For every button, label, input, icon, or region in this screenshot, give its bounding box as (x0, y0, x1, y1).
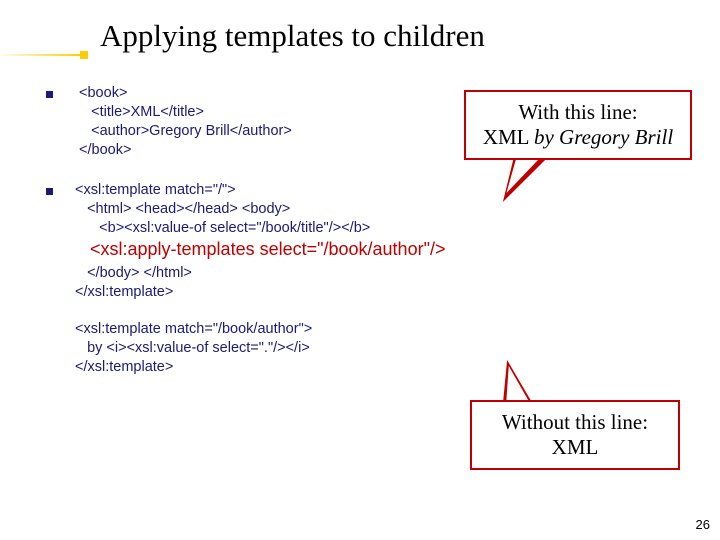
title-accent-dot (80, 51, 88, 59)
bullet-icon (46, 188, 53, 195)
apply-templates-line: <xsl:apply-templates select="/book/autho… (75, 238, 700, 262)
callout-1-xml: XML (483, 125, 534, 149)
callout-2-line1: Without this line: (478, 410, 672, 435)
callout-1-line1: With this line: (472, 100, 684, 125)
title-accent-bar (0, 54, 82, 56)
page-number: 26 (696, 517, 710, 532)
bullet-icon (46, 91, 53, 98)
callout-1-author: by Gregory Brill (534, 125, 673, 149)
callout-2-line2: XML (478, 435, 672, 460)
xsl-template-close: </body> </html> </xsl:template> (75, 264, 700, 302)
title-area: Applying templates to children (0, 0, 720, 60)
slide-title: Applying templates to children (100, 18, 720, 54)
book-xml-code: <book> <title>XML</title> <author>Gregor… (75, 84, 292, 161)
callout-without-line: Without this line: XML (470, 400, 680, 470)
xsl-template-top: <xsl:template match="/"> <html> <head></… (75, 181, 370, 238)
author-template-code: <xsl:template match="/book/author"> by <… (75, 320, 700, 377)
bullet-2: <xsl:template match="/"> <html> <head></… (46, 181, 700, 238)
callout-1-line2: XML by Gregory Brill (472, 125, 684, 150)
callout-with-line: With this line: XML by Gregory Brill (464, 90, 692, 160)
